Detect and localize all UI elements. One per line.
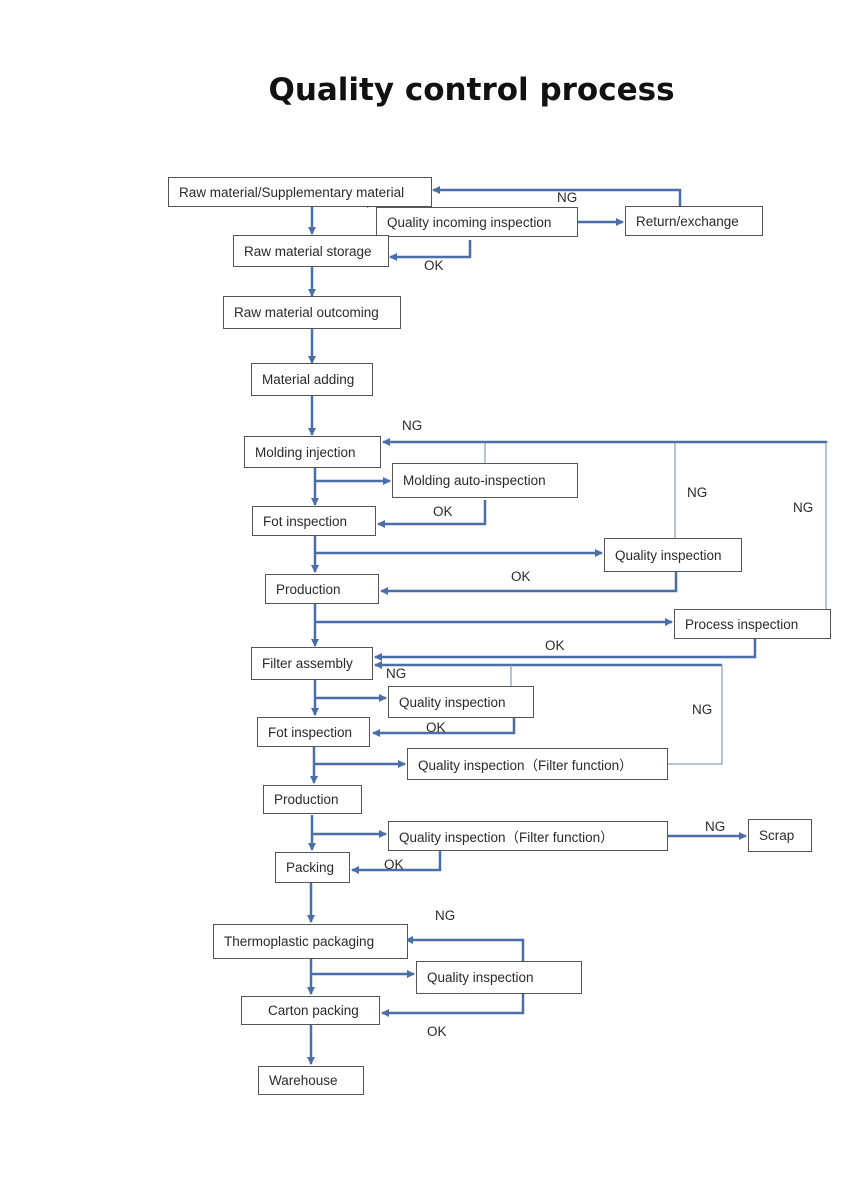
- node-quality-filter-function-2: Quality inspection（Filter function）: [388, 821, 668, 851]
- node-process-inspection: Process inspection: [674, 609, 831, 639]
- node-carton-packing: Carton packing: [241, 996, 380, 1025]
- label-ok: OK: [511, 569, 531, 584]
- node-raw-outcoming: Raw material outcoming: [223, 296, 401, 329]
- node-packing: Packing: [275, 852, 350, 883]
- label-ng: NG: [692, 702, 713, 717]
- node-molding-injection: Molding injection: [244, 436, 381, 468]
- node-fot-inspection-1: Fot inspection: [252, 506, 376, 536]
- node-material-adding: Material adding: [251, 363, 373, 396]
- node-incoming-inspection: Quality incoming inspection: [376, 207, 578, 237]
- node-scrap: Scrap: [748, 819, 812, 852]
- node-quality-inspection-2: Quality inspection: [388, 686, 534, 718]
- node-return-exchange: Return/exchange: [625, 206, 763, 236]
- label-ng: NG: [386, 666, 407, 681]
- feedback-arrow: [389, 240, 472, 261]
- feedback-arrow: [381, 994, 525, 1017]
- node-production-2: Production: [263, 785, 362, 814]
- node-molding-auto-inspection: Molding auto-inspection: [392, 463, 578, 498]
- label-ng: NG: [705, 819, 726, 834]
- label-ok: OK: [424, 258, 444, 273]
- feedback-arrow: [382, 438, 828, 446]
- node-quality-filter-function-1: Quality inspection（Filter function）: [407, 748, 668, 780]
- node-production-1: Production: [265, 574, 379, 604]
- node-raw-storage: Raw material storage: [233, 235, 389, 267]
- label-ng: NG: [557, 190, 578, 205]
- label-ng: NG: [402, 418, 423, 433]
- label-ok: OK: [545, 638, 565, 653]
- label-ng: NG: [793, 500, 814, 515]
- node-fot-inspection-2: Fot inspection: [257, 717, 370, 747]
- feedback-arrow: [405, 936, 525, 962]
- label-ok: OK: [433, 504, 453, 519]
- node-quality-inspection-3: Quality inspection: [416, 961, 582, 994]
- feedback-arrow: [374, 638, 757, 661]
- feedback-arrow: [377, 500, 487, 528]
- node-filter-assembly: Filter assembly: [251, 647, 373, 680]
- node-raw-material: Raw material/Supplementary material: [168, 177, 432, 207]
- node-warehouse: Warehouse: [258, 1066, 364, 1095]
- node-quality-inspection-1: Quality inspection: [604, 538, 742, 572]
- label-ok: OK: [426, 720, 446, 735]
- node-thermoplastic-packaging: Thermoplastic packaging: [213, 924, 408, 959]
- label-ok: OK: [384, 857, 404, 872]
- label-ng: NG: [687, 485, 708, 500]
- label-ok: OK: [427, 1024, 447, 1039]
- label-ng: NG: [435, 908, 456, 923]
